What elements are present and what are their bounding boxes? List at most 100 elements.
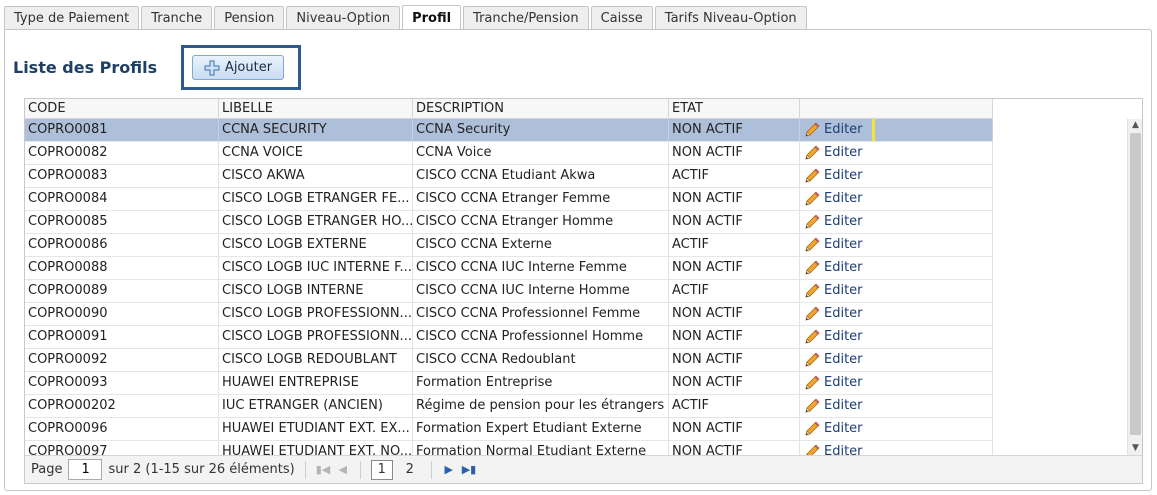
table-row[interactable]: COPRO00202 IUC ETRANGER (ANCIEN) Régime de… <box>25 395 993 418</box>
edit-label: Editer <box>824 283 863 298</box>
cell-etat: NON ACTIF <box>669 188 800 210</box>
cell-description: CCNA Security <box>413 119 669 141</box>
pencil-icon <box>803 144 821 162</box>
tab-pension[interactable]: Pension <box>214 6 285 30</box>
cell-actions: Editer <box>800 349 993 371</box>
column-header-code[interactable]: CODE <box>25 99 219 119</box>
edit-wrap: Editer <box>803 326 992 348</box>
cell-description: CISCO CCNA Externe <box>413 234 669 256</box>
tab-profil[interactable]: Profil <box>402 5 462 31</box>
pencil-icon <box>803 236 821 254</box>
edit-label: Editer <box>824 375 863 390</box>
edit-link[interactable]: Editer <box>803 280 992 302</box>
edit-link[interactable]: Editer <box>803 326 992 348</box>
table-row[interactable]: COPRO0083 CISCO AKWA CISCO CCNA Etudiant A… <box>25 165 993 188</box>
edit-label: Editer <box>824 260 863 275</box>
profile-panel: Liste des Profils Ajouter CODE LIBELLE D… <box>4 29 1152 491</box>
table-row[interactable]: COPRO0089 CISCO LOGB INTERNE CISCO CCNA IU… <box>25 280 993 303</box>
pencil-icon <box>803 374 821 392</box>
tab-tranche-pension[interactable]: Tranche/Pension <box>463 6 589 30</box>
table-row[interactable]: COPRO0082 CCNA VOICE CCNA Voice NON ACTIF Ed… <box>25 142 993 165</box>
cell-code: COPRO0086 <box>25 234 219 256</box>
grid-body: COPRO0081 CCNA SECURITY CCNA Security NON A… <box>25 119 993 455</box>
edit-link[interactable]: Editer <box>803 349 992 371</box>
cell-etat: NON ACTIF <box>669 142 800 164</box>
page-link-2[interactable]: 2 <box>399 460 421 480</box>
last-page-icon[interactable]: ▶▮ <box>462 463 477 476</box>
edit-link[interactable]: Editer <box>803 234 992 256</box>
cell-code: COPRO0089 <box>25 280 219 302</box>
cell-description: Régime de pension pour les étrangers ... <box>413 395 669 417</box>
next-page-icon[interactable]: ▶ <box>442 463 456 476</box>
table-row[interactable]: COPRO0097 HUAWEI ETUDIANT EXT. NO... Forma… <box>25 441 993 455</box>
table-row[interactable]: COPRO0091 CISCO LOGB PROFESSIONN... CISCO … <box>25 326 993 349</box>
table-row[interactable]: COPRO0081 CCNA SECURITY CCNA Security NON A… <box>25 119 993 142</box>
first-page-icon[interactable]: ▮◀ <box>316 463 331 476</box>
cell-libelle: CCNA VOICE <box>219 142 413 164</box>
plus-icon <box>204 60 220 76</box>
add-button[interactable]: Ajouter <box>192 55 284 80</box>
cell-etat: ACTIF <box>669 234 800 256</box>
previous-page-icon[interactable]: ◀ <box>336 463 350 476</box>
cell-code: COPRO0082 <box>25 142 219 164</box>
table-row[interactable]: COPRO0090 CISCO LOGB PROFESSIONN... CISCO … <box>25 303 993 326</box>
table-row[interactable]: COPRO0086 CISCO LOGB EXTERNE CISCO CCNA Ex… <box>25 234 993 257</box>
edit-link[interactable]: Editer <box>803 372 992 394</box>
vertical-scrollbar[interactable]: ▲ ▼ <box>1127 119 1142 455</box>
tab-tarifs-niveau-option[interactable]: Tarifs Niveau-Option <box>654 6 807 30</box>
edit-link[interactable]: Editer <box>803 395 992 417</box>
table-row[interactable]: COPRO0096 HUAWEI ETUDIANT EXT. EX... Forma… <box>25 418 993 441</box>
table-row[interactable]: COPRO0093 HUAWEI ENTREPRISE Formation Entr… <box>25 372 993 395</box>
table-row[interactable]: COPRO0092 CISCO LOGB REDOUBLANT CISCO CCNA… <box>25 349 993 372</box>
edit-label: Editer <box>824 421 863 436</box>
cell-code: COPRO0090 <box>25 303 219 325</box>
cell-etat: NON ACTIF <box>669 257 800 279</box>
edit-wrap: Editer <box>803 188 992 210</box>
tab-caisse[interactable]: Caisse <box>590 6 653 30</box>
cell-actions: Editer <box>800 441 993 455</box>
edit-label: Editer <box>824 444 863 455</box>
cell-actions: Editer <box>800 211 993 233</box>
scroll-down-icon[interactable]: ▼ <box>1128 442 1143 455</box>
edit-link[interactable]: Editer <box>803 142 992 164</box>
edit-link[interactable]: Editer <box>803 418 992 440</box>
edit-label: Editer <box>824 398 863 413</box>
cell-etat: NON ACTIF <box>669 349 800 371</box>
column-header-etat[interactable]: ETAT <box>669 99 800 119</box>
column-header-libelle[interactable]: LIBELLE <box>219 99 413 119</box>
table-row[interactable]: COPRO0084 CISCO LOGB ETRANGER FE... CISCO … <box>25 188 993 211</box>
cell-libelle: IUC ETRANGER (ANCIEN) <box>219 395 413 417</box>
edit-link[interactable]: Editer <box>803 165 992 187</box>
pager: Page sur 2 (1-15 sur 26 éléments) ▮◀ ◀ 1… <box>25 455 1142 483</box>
page-number-input[interactable] <box>68 459 103 480</box>
scroll-thumb[interactable] <box>1130 133 1141 435</box>
cell-code: COPRO0084 <box>25 188 219 210</box>
cell-description: CISCO CCNA IUC Interne Homme <box>413 280 669 302</box>
cell-etat: ACTIF <box>669 280 800 302</box>
cell-etat: NON ACTIF <box>669 418 800 440</box>
page-title: Liste des Profils <box>13 58 158 77</box>
edit-link[interactable]: Editer <box>803 257 992 279</box>
edit-wrap: Editer <box>803 441 992 455</box>
cell-code: COPRO0088 <box>25 257 219 279</box>
table-row[interactable]: COPRO0088 CISCO LOGB IUC INTERNE F... CISC… <box>25 257 993 280</box>
scroll-up-icon[interactable]: ▲ <box>1128 119 1143 132</box>
pencil-icon <box>803 190 821 208</box>
pencil-icon <box>803 351 821 369</box>
edit-link[interactable]: Editer <box>803 211 992 233</box>
edit-wrap: Editer <box>803 395 992 417</box>
tab-type-de-paiement[interactable]: Type de Paiement <box>4 6 140 30</box>
edit-label: Editer <box>824 306 863 321</box>
page-link-1[interactable]: 1 <box>370 459 393 480</box>
edit-link[interactable]: Editer <box>803 303 992 325</box>
tab-niveau-option[interactable]: Niveau-Option <box>286 6 401 30</box>
add-button-label: Ajouter <box>224 60 273 75</box>
edit-wrap: Editer <box>800 119 992 141</box>
edit-wrap: Editer <box>803 211 992 233</box>
table-row[interactable]: COPRO0085 CISCO LOGB ETRANGER HO... CISCO … <box>25 211 993 234</box>
tab-tranche[interactable]: Tranche <box>141 6 213 30</box>
column-header-description[interactable]: DESCRIPTION <box>413 99 669 119</box>
pager-separator <box>430 460 432 479</box>
edit-link[interactable]: Editer <box>803 441 992 455</box>
edit-link[interactable]: Editer <box>803 188 992 210</box>
